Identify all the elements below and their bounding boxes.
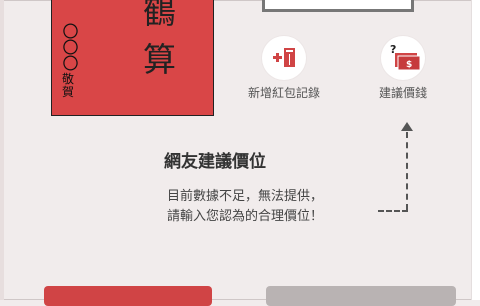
suggest-price-action[interactable]: ? $ 建議價錢 (366, 36, 440, 101)
page-title: 網友建議價位 (164, 152, 266, 172)
message-line-2: 請輸入您認為的合理價位！ (166, 209, 323, 224)
suggest-price-label: 建議價錢 (378, 86, 427, 100)
primary-button[interactable] (44, 286, 212, 306)
svg-text:$: $ (406, 60, 412, 70)
add-envelope-icon[interactable] (262, 36, 306, 80)
dashed-guide-vertical (406, 132, 408, 210)
info-message: 目前數據不足，無法提供， 請輸入您認為的合理價位！ (120, 187, 370, 227)
envelope-sender: 敬賀 (62, 72, 75, 99)
secondary-button[interactable] (266, 286, 456, 306)
price-question-icon[interactable]: ? $ (381, 36, 425, 80)
arrow-up-icon (401, 122, 413, 131)
envelope-recipient: 〇〇〇 (59, 23, 79, 71)
dashed-guide-horizontal (378, 210, 408, 212)
envelope-char-top: 鶴 (143, 0, 176, 31)
envelope-char-bottom: 算 (143, 40, 176, 79)
left-edge (0, 0, 4, 300)
message-line-1: 目前數據不足，無法提供， (166, 189, 323, 204)
add-record-action[interactable]: 新增紅包記錄 (236, 36, 332, 101)
top-card-partial (262, 0, 414, 12)
add-record-label: 新增紅包記錄 (247, 86, 320, 100)
right-edge (471, 0, 480, 300)
red-envelope-card: 鶴 算 〇〇〇 敬賀 (51, 0, 214, 116)
